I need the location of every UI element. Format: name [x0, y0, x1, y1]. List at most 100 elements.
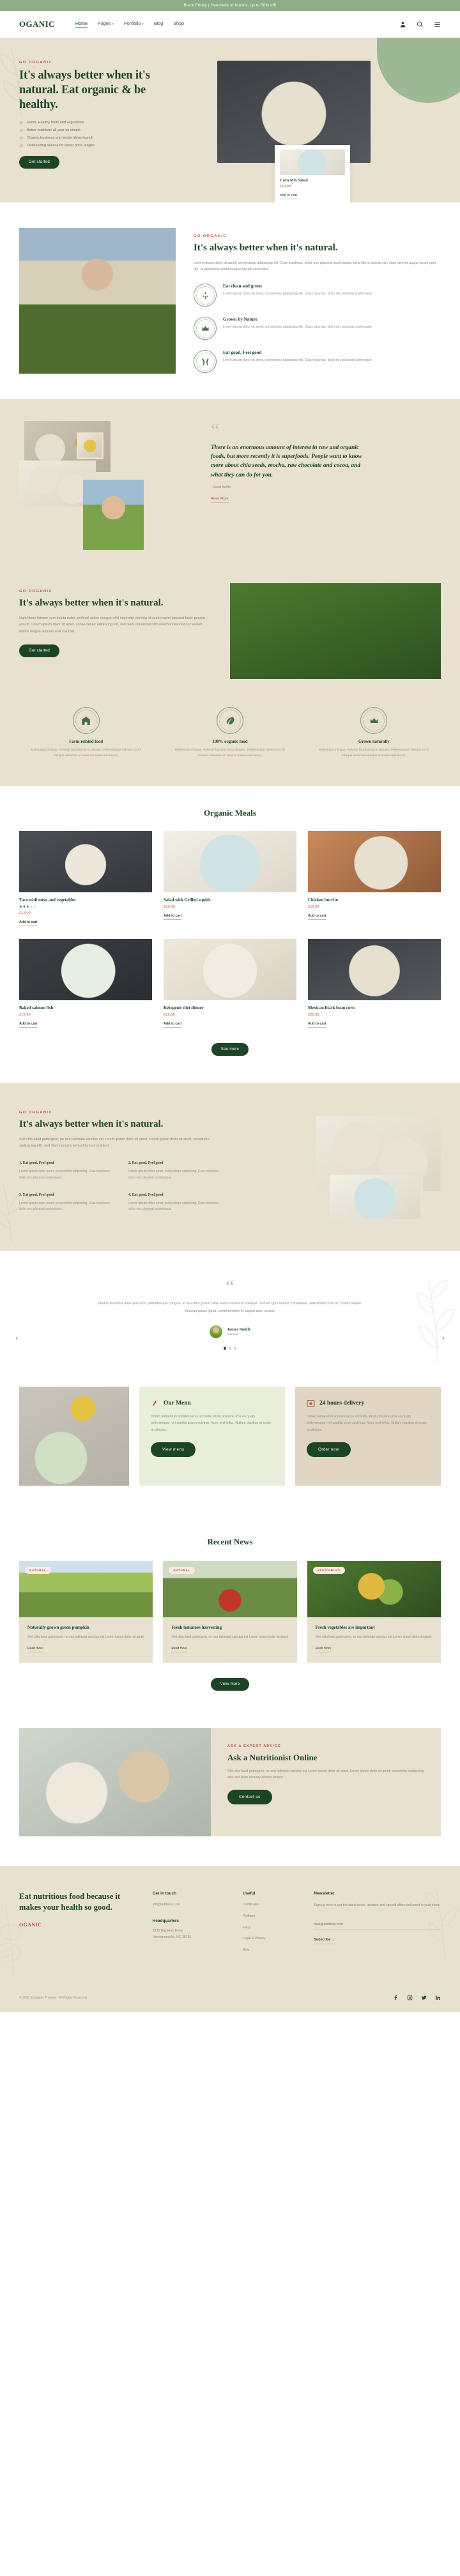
feature-title: Eat good, Feel good — [223, 350, 262, 356]
news-image: VEGITABLES — [307, 1561, 441, 1618]
nav-item-shop[interactable]: Shop — [173, 20, 184, 28]
menu-card-body: Donec fermentum sodales lacus ut mollis.… — [307, 1414, 427, 1432]
quote-image-portrait — [83, 480, 144, 550]
product-name: Mexican black bean corn — [308, 1005, 355, 1010]
news-read-more-link[interactable]: Read more — [27, 1647, 43, 1652]
nav-label: Home — [75, 20, 88, 26]
twocol-item-title: 1. Eat good, Feel good — [19, 1161, 54, 1166]
add-to-cart-button[interactable]: Add to cart — [19, 1022, 38, 1028]
news-tag-badge: VEGITABLES — [312, 1567, 345, 1574]
split-get-started-button[interactable]: Get started — [19, 644, 59, 657]
badge-body: Malesuada tristique. Pulvinar faucibus e… — [319, 749, 429, 758]
footer-useful-column: Useful Certificates Platform Faq's Legal… — [243, 1891, 300, 1959]
footer-link-faqs[interactable]: Faq's — [243, 1925, 300, 1932]
add-to-cart-button[interactable]: Add to cart — [308, 1022, 326, 1028]
footer-newsletter-title: Newsletter — [314, 1891, 335, 1896]
newsletter-email-input[interactable] — [314, 1917, 441, 1930]
contact-us-button[interactable]: Contact us — [227, 1790, 272, 1805]
add-to-cart-button[interactable]: Add to cart — [308, 914, 326, 920]
quote-author: - David Wolfe — [211, 485, 231, 490]
menu-card-title: Our Menu — [164, 1400, 191, 1407]
news-card[interactable]: VEGITABLES Fresh vegetables are importan… — [307, 1561, 441, 1663]
site-logo[interactable]: OGANIC — [19, 19, 55, 29]
nav-item-pages[interactable]: Pages ▾ — [98, 20, 114, 28]
product-card[interactable]: Taco with meat and vegetables ★★★★★ £13.… — [19, 830, 152, 926]
feature-body: Lorem ipsum dolor sit amet, consectetur … — [223, 325, 373, 330]
add-to-cart-button[interactable]: Add to cart — [164, 914, 182, 920]
news-card-excerpt: Stet clita kasd gubergren, no sea takima… — [171, 1635, 289, 1640]
about-title: It's always better when it's natural. — [194, 243, 338, 253]
hero-title: It's always better when it's natural. Ea… — [19, 69, 150, 111]
footer-link-certificates[interactable]: Certificates — [243, 1902, 300, 1909]
quote-section: “ There is an enormous amount of interes… — [0, 399, 460, 786]
order-now-button[interactable]: Order now — [307, 1442, 351, 1458]
footer-link-legal-privacy[interactable]: Legal & Privacy — [243, 1936, 300, 1942]
footer-link-platform[interactable]: Platform — [243, 1914, 300, 1920]
hero-add-to-cart[interactable]: Add to cart — [280, 194, 298, 199]
products-title: Organic Meals — [204, 807, 256, 818]
product-name: Chicken burrito — [308, 897, 339, 903]
view-more-button[interactable]: View more — [210, 1677, 250, 1691]
hero-section: GO ORGANIC It's always better when it's … — [0, 38, 460, 202]
footer-brand-name[interactable]: OGANIC — [19, 1922, 139, 1928]
footer-link-blog[interactable]: Blog — [243, 1947, 300, 1954]
user-icon[interactable] — [399, 21, 406, 28]
subscribe-button[interactable]: Subscribe → — [314, 1938, 335, 1944]
get-started-button[interactable]: Get started — [19, 155, 59, 169]
instagram-icon[interactable] — [407, 1995, 413, 2001]
split-section: GO ORGANIC It's always better when it's … — [0, 581, 460, 701]
footer-email[interactable]: info@addtess.com — [153, 1902, 229, 1909]
nav-item-portfolio[interactable]: Portfolio ▾ — [124, 20, 144, 28]
slider-prev-button[interactable]: ‹ — [15, 1332, 18, 1343]
main-nav: Home Pages ▾ Portfolio ▾ Blog Shop — [75, 20, 184, 28]
menu-card-cta-wrap: Order now — [307, 1442, 429, 1458]
product-image — [308, 830, 441, 892]
product-card[interactable]: Mexican black bean corn £25.99 Add to ca… — [308, 938, 441, 1028]
site-footer: Eat nutritious food because it makes you… — [0, 1865, 460, 2013]
split-cta-wrap: Get started — [19, 644, 211, 657]
product-card[interactable]: Salad with Grilled squids £10.99 Add to … — [164, 830, 296, 926]
check-icon: ✓ — [19, 143, 24, 148]
linkedin-icon[interactable] — [435, 1995, 441, 2001]
product-card[interactable]: Ketogenic diet dinner £12.99 Add to cart — [164, 938, 296, 1028]
about-body: Lorem ipsum dolor sit amet, consectetur … — [194, 261, 436, 272]
quote-read-more-link[interactable]: Read More — [211, 497, 229, 503]
news-read-more-link[interactable]: Read more — [171, 1647, 188, 1652]
slider-dot[interactable] — [234, 1346, 236, 1350]
slider-dot[interactable] — [224, 1346, 226, 1350]
twitter-icon[interactable] — [421, 1995, 427, 2001]
testimonial-person: James Smith Manager — [19, 1325, 441, 1338]
hero-product-card[interactable]: Corn Mix Salad £13.99 Add to cart — [275, 145, 350, 202]
nav-item-blog[interactable]: Blog — [154, 20, 163, 28]
nav-item-home[interactable]: Home — [75, 20, 88, 28]
add-to-cart-button[interactable]: Add to cart — [19, 920, 38, 926]
see-more-button[interactable]: See more — [211, 1042, 249, 1056]
footer-contact-title: Get in touch — [152, 1891, 177, 1896]
about-section: GO ORGANIC It's always better when it's … — [0, 202, 460, 399]
product-image-content — [19, 830, 152, 892]
star-icon: ★★★ — [19, 904, 30, 909]
premium-quality-seal-icon — [194, 317, 217, 340]
news-card-title: Fresh tomatoes harvesting — [171, 1625, 222, 1631]
nature-seal-icon — [216, 707, 243, 734]
news-read-more-link[interactable]: Read more — [315, 1647, 332, 1652]
slider-dot[interactable] — [229, 1346, 231, 1350]
facebook-icon[interactable] — [393, 1995, 399, 2001]
menu-icon[interactable] — [434, 21, 441, 28]
view-menu-button[interactable]: View menu — [151, 1442, 196, 1458]
nav-label: Blog — [153, 20, 164, 26]
product-card[interactable]: Chicken burrito £12.99 Add to cart — [308, 830, 441, 926]
news-card[interactable]: NATURAL Naturally grown green pumpkin St… — [19, 1561, 153, 1663]
search-icon[interactable] — [417, 21, 424, 28]
slider-next-button[interactable]: › — [442, 1332, 445, 1343]
product-price: £12.99 — [19, 1012, 31, 1017]
add-to-cart-button[interactable]: Add to cart — [164, 1022, 182, 1028]
quote-layout: “ There is an enormous amount of interes… — [0, 399, 460, 581]
products-row-2: Baked salmon fish £12.99 Add to cart Ket… — [19, 938, 441, 1028]
news-tag-badge: NATURAL — [169, 1567, 195, 1574]
hero-product-price: £13.99 — [280, 185, 291, 188]
about-layout: GO ORGANIC It's always better when it's … — [0, 202, 460, 399]
product-name: Baked salmon fish — [19, 1005, 54, 1010]
news-card[interactable]: NATURAL Fresh tomatoes harvesting Stet c… — [163, 1561, 297, 1663]
product-card[interactable]: Baked salmon fish £12.99 Add to cart — [19, 938, 152, 1028]
